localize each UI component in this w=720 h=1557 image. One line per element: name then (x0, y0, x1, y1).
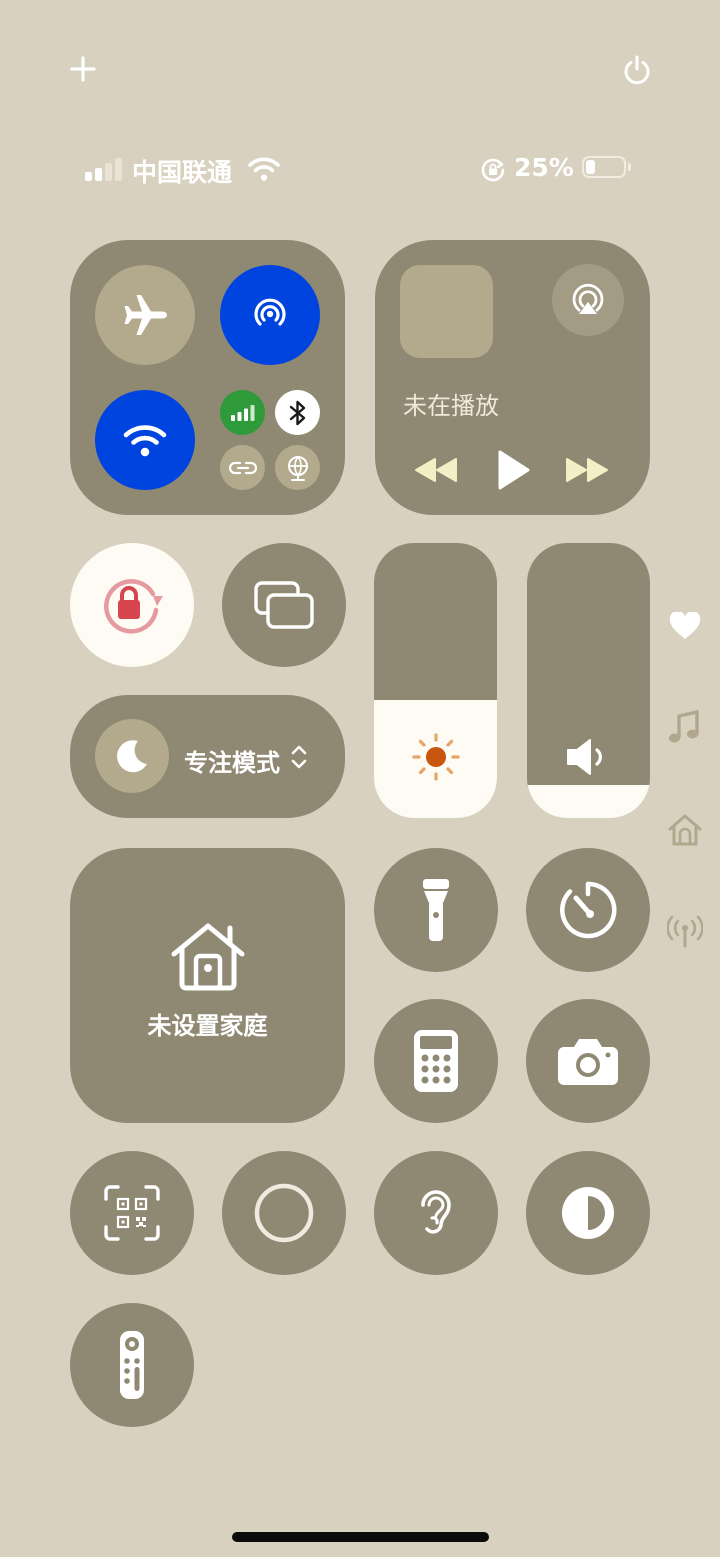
rotation-lock-toggle[interactable] (70, 543, 194, 667)
sun-icon (412, 733, 460, 781)
focus-moon-badge (95, 719, 169, 793)
rewind-icon (415, 458, 457, 482)
fast-forward-icon (566, 458, 608, 482)
cellular-toggle[interactable] (220, 390, 265, 435)
calculator-icon (414, 1030, 458, 1092)
play-icon (498, 450, 530, 490)
home-icon[interactable] (667, 812, 703, 848)
circle-button[interactable] (222, 1151, 346, 1275)
rewind-button[interactable] (410, 445, 462, 495)
dark-mode-button[interactable] (526, 1151, 650, 1275)
home-tile-label: 未设置家庭 (147, 1012, 268, 1040)
qr-code-icon (104, 1185, 160, 1241)
hotspot-icon (228, 461, 257, 474)
power-icon (624, 55, 650, 85)
signal-icon (85, 158, 122, 181)
vpn-icon (287, 455, 308, 481)
wifi-icon (123, 425, 167, 457)
home-indicator[interactable] (232, 1532, 489, 1542)
remote-icon (120, 1331, 144, 1399)
dark-mode-icon (562, 1187, 614, 1239)
airplay-button[interactable] (552, 264, 624, 336)
apple-tv-remote-button[interactable] (70, 1303, 194, 1427)
music-note-icon[interactable] (668, 710, 700, 744)
volume-slider[interactable] (527, 543, 650, 818)
hearing-button[interactable] (374, 1151, 498, 1275)
battery-icon (582, 156, 632, 182)
focus-mode-button[interactable]: 专注模式 (70, 695, 345, 818)
add-button[interactable] (62, 48, 104, 90)
bluetooth-toggle[interactable] (275, 390, 320, 435)
antenna-icon[interactable] (667, 914, 703, 948)
ear-icon (421, 1190, 451, 1234)
qr-code-scanner-button[interactable] (70, 1151, 194, 1275)
status-bar: 中国联通 25% (84, 150, 644, 190)
brightness-slider[interactable] (374, 543, 497, 818)
rotation-lock-status-icon (481, 158, 505, 182)
circle-icon (254, 1183, 314, 1243)
cellular-icon (230, 404, 254, 421)
flashlight-icon (423, 879, 449, 941)
bluetooth-icon (289, 400, 305, 425)
now-playing-status: 未在播放 (403, 392, 499, 420)
power-button[interactable] (615, 48, 659, 92)
focus-mode-label: 专注模式 (184, 749, 280, 777)
fast-forward-button[interactable] (561, 445, 613, 495)
airplane-icon (124, 295, 167, 335)
moon-icon (117, 740, 147, 773)
flashlight-button[interactable] (374, 848, 498, 972)
speaker-icon (567, 739, 602, 775)
wifi-status-icon (248, 157, 280, 181)
now-playing-panel[interactable]: 未在播放 (375, 240, 650, 515)
camera-button[interactable] (526, 999, 650, 1123)
heart-icon[interactable] (669, 612, 701, 640)
battery-percent: 25% (514, 153, 574, 182)
add-icon (70, 56, 96, 82)
volume-fill (527, 785, 650, 818)
airdrop-icon (254, 298, 286, 326)
carrier-name: 中国联通 (132, 158, 233, 187)
camera-icon (558, 1039, 618, 1085)
hotspot-toggle[interactable] (220, 445, 265, 490)
airplay-icon (572, 283, 604, 314)
calculator-button[interactable] (374, 999, 498, 1123)
wifi-toggle[interactable] (95, 390, 195, 490)
rotation-lock-icon (104, 579, 163, 634)
play-button[interactable] (487, 440, 537, 500)
timer-button[interactable] (526, 848, 650, 972)
airdrop-toggle[interactable] (220, 265, 320, 365)
chevron-updown-icon (291, 745, 307, 769)
home-tile[interactable]: 未设置家庭 (70, 848, 345, 1123)
timer-icon (560, 881, 617, 939)
screen-mirroring-button[interactable] (222, 543, 346, 667)
vpn-toggle[interactable] (275, 445, 320, 490)
album-artwork (400, 265, 493, 358)
airplane-mode-toggle[interactable] (95, 265, 195, 365)
home-icon (171, 923, 244, 991)
screen-mirroring-icon (254, 581, 314, 629)
connectivity-panel (70, 240, 345, 515)
